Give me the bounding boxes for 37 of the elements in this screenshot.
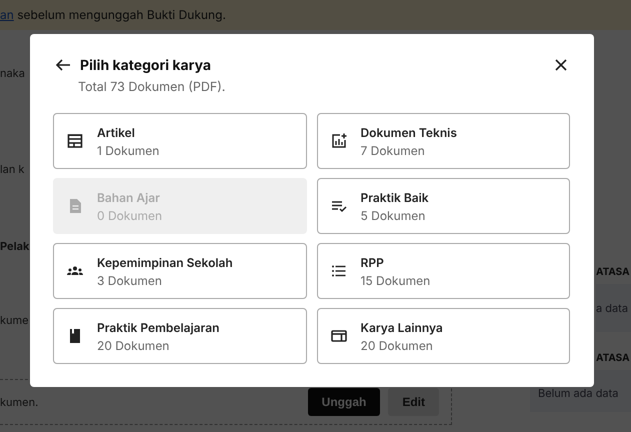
window-icon: [330, 327, 348, 345]
document-count: 5 Dokumen: [360, 208, 426, 222]
page-text: kume: [0, 313, 29, 327]
category-name: Dokumen Teknis: [360, 124, 457, 140]
document-count: 0 Dokumen: [97, 208, 162, 222]
document-count: 3 Dokumen: [97, 272, 163, 288]
page-text: Pelak: [0, 239, 30, 253]
category-option[interactable]: Dokumen Teknis 7 Dokumen: [316, 113, 570, 169]
category-name: Bahan Ajar: [97, 190, 161, 204]
category-name: RPP: [360, 254, 385, 270]
category-name: Praktik Pembelajaran: [97, 320, 220, 334]
category-name: Artikel: [97, 124, 136, 140]
document-count: 20 Dokumen: [360, 338, 434, 352]
section-heading: ATASA: [596, 266, 630, 278]
layout-icon: [66, 132, 84, 150]
document-count: 1 Dokumen: [97, 142, 160, 158]
document-count: 7 Dokumen: [360, 142, 426, 158]
chart-plus-icon: [330, 132, 348, 150]
category-name: Kepemimpinan Sekolah: [97, 254, 233, 270]
category-option[interactable]: Praktik Baik 5 Dokumen: [316, 178, 570, 234]
category-option[interactable]: Praktik Pembelajaran 20 Dokumen: [53, 308, 306, 364]
page-text: lan k: [0, 162, 24, 176]
page-text: naka: [0, 66, 25, 80]
category-name: Praktik Baik: [360, 190, 429, 204]
category-option[interactable]: RPP 15 Dokumen: [316, 243, 570, 299]
category-option[interactable]: Artikel 1 Dokumen: [53, 113, 306, 169]
notice-text: sebelum mengunggah Bukti Dukung.: [17, 7, 226, 22]
document-count: 20 Dokumen: [97, 338, 170, 352]
upload-text: kumen.: [0, 395, 40, 409]
document-count: 15 Dokumen: [360, 272, 430, 288]
section-heading: ATASA: [596, 352, 630, 364]
category-option[interactable]: Karya Lainnya 20 Dokumen: [316, 308, 570, 364]
dialog-title: Pilih kategori karya: [80, 56, 212, 74]
category-option[interactable]: Kepemimpinan Sekolah 3 Dokumen: [53, 243, 306, 299]
empty-state-box: a data: [596, 284, 631, 332]
dialog-subtitle: Total 73 Dokumen (PDF).: [78, 80, 226, 95]
category-name: Karya Lainnya: [360, 320, 443, 334]
